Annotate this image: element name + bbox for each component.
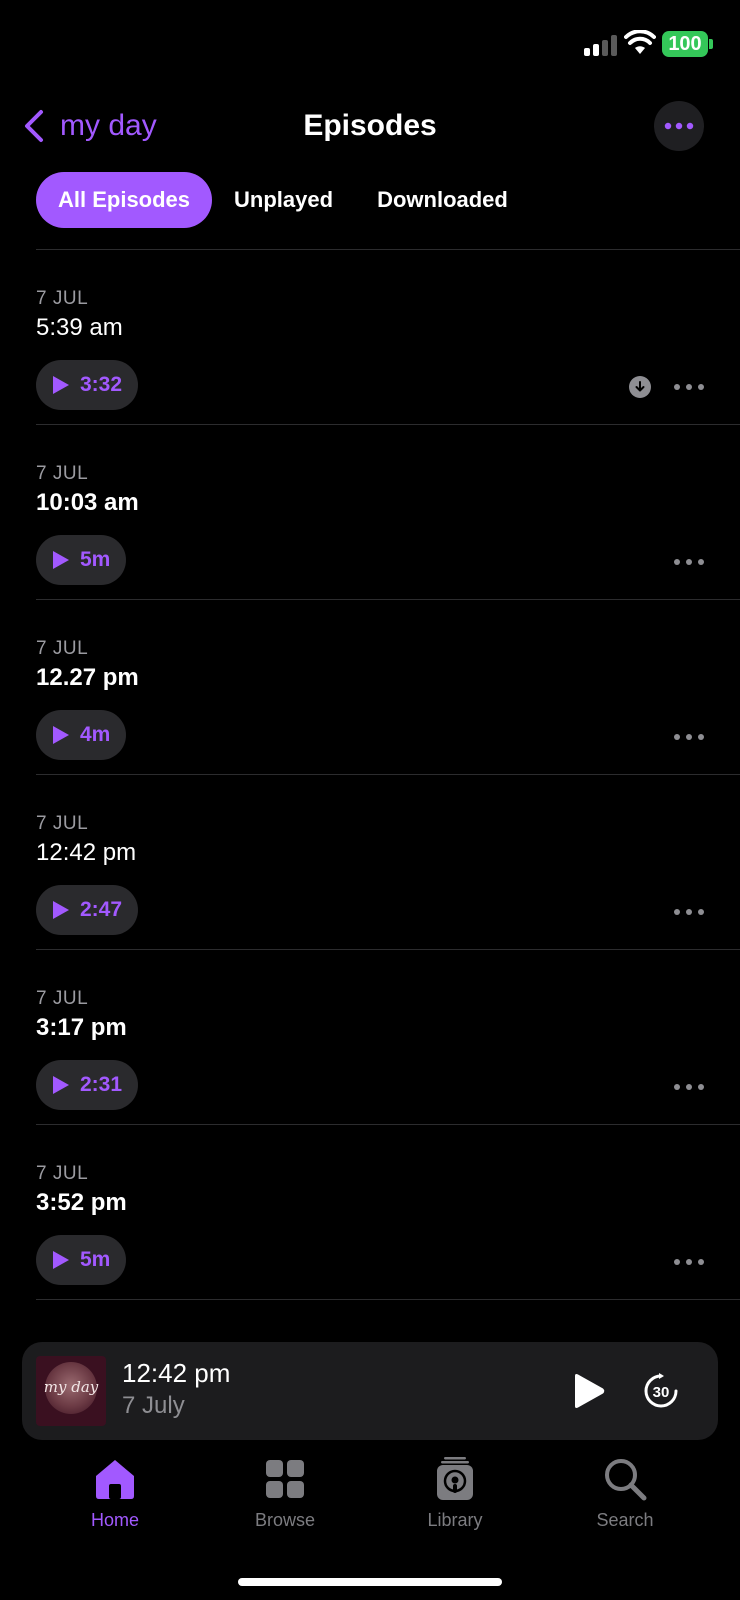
episode-duration: 5m: [80, 548, 111, 571]
tab-home[interactable]: Home: [55, 1456, 175, 1566]
episode-more-button[interactable]: [674, 1252, 704, 1272]
episode-duration: 3:32: [80, 373, 123, 396]
skip-forward-30-icon[interactable]: 30: [642, 1372, 680, 1410]
episode-title: 12:42 pm: [36, 839, 137, 866]
status-bar: 100: [0, 0, 740, 90]
episode-row[interactable]: 7 JUL 12.27 pm 4m: [0, 600, 740, 775]
chevron-left-icon: [25, 110, 43, 142]
cellular-signal-icon: [584, 34, 618, 56]
episode-divider: [36, 1299, 740, 1300]
episode-duration: 2:47: [80, 898, 123, 921]
now-playing-title: 12:42 pm: [122, 1358, 231, 1388]
tab-search-label: Search: [596, 1510, 654, 1530]
podcast-artwork: my day: [36, 1356, 106, 1426]
episode-title: 10:03 am: [36, 489, 139, 516]
episode-more-button[interactable]: [674, 552, 704, 572]
episode-row[interactable]: 7 JUL 12:42 pm 2:47: [0, 775, 740, 950]
episode-more-button[interactable]: [674, 377, 704, 397]
episode-title: 3:52 pm: [36, 1189, 127, 1216]
tab-search[interactable]: Search: [565, 1456, 685, 1566]
play-icon: [53, 1076, 69, 1094]
episode-date: 7 JUL: [36, 988, 89, 1009]
episode-play-button[interactable]: 2:47: [36, 885, 139, 935]
battery-level: 100: [662, 31, 708, 57]
search-icon: [605, 1459, 647, 1501]
episode-play-button[interactable]: 5m: [36, 1235, 127, 1285]
episode-date: 7 JUL: [36, 638, 89, 659]
episode-title: 5:39 am: [36, 314, 123, 341]
episode-duration: 2:31: [80, 1073, 123, 1096]
tab-browse[interactable]: Browse: [225, 1456, 345, 1566]
home-indicator: [238, 1578, 502, 1586]
download-icon[interactable]: [629, 376, 651, 398]
skip-seconds-label: 30: [653, 1384, 670, 1401]
play-icon: [53, 376, 69, 394]
battery-tip: [709, 39, 713, 49]
play-icon: [53, 1251, 69, 1269]
more-options-button[interactable]: [654, 101, 704, 151]
tab-library-label: Library: [427, 1510, 483, 1530]
episode-row[interactable]: 7 JUL 3:17 pm 2:31: [0, 950, 740, 1125]
tab-browse-label: Browse: [254, 1510, 316, 1530]
episode-row[interactable]: 7 JUL 10:03 am 5m: [0, 425, 740, 600]
mini-player[interactable]: my day 12:42 pm 7 July 30: [22, 1342, 718, 1440]
episode-more-button[interactable]: [674, 727, 704, 747]
play-icon[interactable]: [570, 1372, 606, 1410]
episode-date: 7 JUL: [36, 288, 89, 309]
tab-bar: Home Browse Library Search: [0, 1456, 740, 1566]
episode-more-button[interactable]: [674, 902, 704, 922]
tab-home-label: Home: [90, 1510, 139, 1530]
episode-date: 7 JUL: [36, 813, 89, 834]
tab-downloaded[interactable]: Downloaded: [355, 172, 530, 228]
episode-date: 7 JUL: [36, 1163, 89, 1184]
episode-list: 7 JUL 5:39 am 3:32 7 JUL 10:03 am 5m 7 J…: [0, 250, 740, 1300]
episode-duration: 4m: [80, 723, 111, 746]
episode-play-button[interactable]: 4m: [36, 710, 127, 760]
home-icon: [96, 1460, 134, 1499]
episode-row[interactable]: 7 JUL 3:52 pm 5m: [0, 1125, 740, 1300]
episode-play-button[interactable]: 3:32: [36, 360, 139, 410]
library-icon: [437, 1457, 473, 1500]
tab-all-episodes[interactable]: All Episodes: [36, 172, 213, 228]
play-icon: [53, 551, 69, 569]
episode-date: 7 JUL: [36, 463, 89, 484]
episode-title: 12.27 pm: [36, 664, 139, 691]
now-playing-subtitle: 7 July: [122, 1392, 185, 1419]
episode-duration: 5m: [80, 1248, 111, 1271]
back-button[interactable]: my day: [22, 104, 157, 148]
episode-play-button[interactable]: 2:31: [36, 1060, 139, 1110]
play-icon: [53, 726, 69, 744]
back-label: my day: [60, 109, 157, 142]
ellipsis-icon: [664, 122, 694, 130]
tab-unplayed[interactable]: Unplayed: [212, 172, 355, 228]
episode-title: 3:17 pm: [36, 1014, 127, 1041]
grid-icon: [266, 1460, 304, 1498]
episode-play-button[interactable]: 5m: [36, 535, 127, 585]
play-icon: [53, 901, 69, 919]
episode-more-button[interactable]: [674, 1077, 704, 1097]
tab-library[interactable]: Library: [395, 1456, 515, 1566]
artwork-text: my day: [43, 1378, 99, 1396]
episode-row[interactable]: 7 JUL 5:39 am 3:32: [0, 250, 740, 425]
episode-filter-tabs: All Episodes Unplayed Downloaded: [36, 172, 530, 228]
wifi-icon: [624, 30, 656, 54]
